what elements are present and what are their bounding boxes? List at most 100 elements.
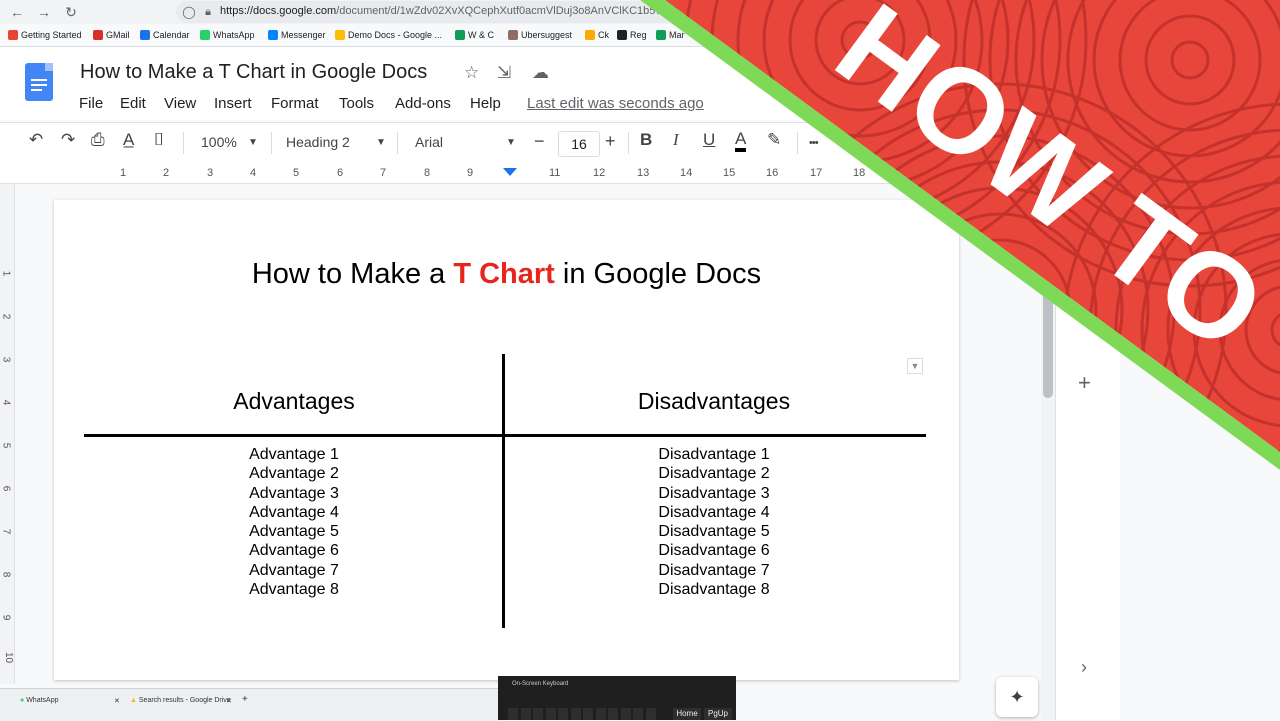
keyboard-key[interactable] (583, 708, 593, 720)
bookmark-item[interactable]: Mar (656, 30, 685, 40)
disadvantage-item[interactable]: Disadvantage 7 (504, 561, 924, 580)
menu-format[interactable]: Format (271, 95, 319, 112)
bookmark-item[interactable]: Getting Started (8, 30, 82, 40)
redo-icon[interactable]: ↷ (61, 130, 75, 150)
reload-icon[interactable]: ↻ (62, 3, 80, 21)
chevron-down-icon[interactable]: ▼ (248, 137, 258, 148)
close-icon[interactable]: ✕ (226, 697, 232, 705)
undo-icon[interactable]: ↶ (29, 130, 43, 150)
more-options-button[interactable]: ••• (809, 137, 819, 149)
disadvantage-item[interactable]: Disadvantage 3 (504, 484, 924, 503)
highlight-icon[interactable]: ✎ (767, 130, 781, 150)
disadvantage-item[interactable]: Disadvantage 8 (504, 580, 924, 599)
disadvantages-list[interactable]: Disadvantage 1 Disadvantage 2 Disadvantage… (504, 445, 924, 599)
bookmark-item[interactable]: Ubersuggest (508, 30, 572, 40)
bookmark-item[interactable]: Reg (617, 30, 647, 40)
bookmark-item[interactable]: Demo Docs - Google ... (335, 30, 442, 40)
font-select[interactable]: Arial (415, 134, 443, 150)
star-icon[interactable]: ☆ (464, 63, 479, 83)
menu-view[interactable]: View (164, 95, 196, 112)
disadvantage-item[interactable]: Disadvantage 1 (504, 445, 924, 464)
advantage-item[interactable]: Advantage 7 (84, 561, 504, 580)
menu-insert[interactable]: Insert (214, 95, 252, 112)
paint-format-icon[interactable]: ⌷ (154, 130, 164, 150)
menu-help[interactable]: Help (470, 95, 501, 112)
keyboard-key[interactable] (608, 708, 618, 720)
disadvantage-item[interactable]: Disadvantage 5 (504, 522, 924, 541)
docs-logo-icon[interactable] (25, 63, 53, 101)
cloud-saved-icon[interactable]: ☁ (532, 63, 549, 83)
keyboard-key[interactable] (595, 708, 606, 720)
style-select[interactable]: Heading 2 (286, 134, 350, 150)
shield-icon[interactable]: ◯ (180, 3, 198, 21)
bookmark-item[interactable]: WhatsApp (200, 30, 255, 40)
ruler-number: 2 (163, 167, 170, 179)
disadvantage-item[interactable]: Disadvantage 4 (504, 503, 924, 522)
keyboard-key[interactable] (508, 708, 518, 720)
disadvantage-item[interactable]: Disadvantage 6 (504, 541, 924, 560)
bookmark-label: Reg (630, 30, 647, 40)
underline-icon[interactable]: U (703, 130, 715, 150)
close-icon[interactable]: ✕ (114, 697, 120, 705)
home-key[interactable]: Home (673, 708, 701, 720)
advantages-list[interactable]: Advantage 1 Advantage 2 Advantage 3 Advanta… (84, 445, 504, 599)
bookmark-item[interactable]: Messenger (268, 30, 326, 40)
keyboard-key[interactable] (558, 708, 568, 720)
font-size-input[interactable]: 16 (558, 131, 600, 157)
advantage-item[interactable]: Advantage 4 (84, 503, 504, 522)
bookmark-item[interactable]: W & C (455, 30, 494, 40)
move-folder-icon[interactable]: ⇲ (497, 63, 511, 83)
advantages-header[interactable]: Advantages (84, 388, 504, 415)
taskbar-tab[interactable]: ▲ Search results - Google Drive (130, 697, 231, 704)
chevron-down-icon[interactable]: ▼ (506, 137, 516, 148)
disadvantages-header[interactable]: Disadvantages (504, 388, 924, 415)
back-arrow-icon[interactable]: ← (8, 3, 26, 21)
document-heading[interactable]: How to Make a T Chart in Google Docs (54, 258, 959, 291)
advantage-item[interactable]: Advantage 1 (84, 445, 504, 464)
decrease-font-size-button[interactable]: − (534, 131, 545, 152)
menu-edit[interactable]: Edit (120, 95, 146, 112)
taskbar-tab[interactable]: ● WhatsApp (20, 697, 58, 704)
advantage-item[interactable]: Advantage 8 (84, 580, 504, 599)
keyboard-key[interactable] (570, 708, 581, 720)
italic-icon[interactable]: I (673, 130, 679, 150)
scrollbar-track[interactable] (1041, 184, 1055, 720)
text-color-icon[interactable]: A (735, 130, 747, 152)
menu-tools[interactable]: Tools (339, 95, 374, 112)
zoom-select[interactable]: 100% (201, 134, 237, 150)
advantage-item[interactable]: Advantage 2 (84, 464, 504, 483)
new-tab-icon[interactable]: + (242, 694, 248, 705)
print-icon[interactable]: ⎙ (91, 130, 105, 150)
forward-arrow-icon[interactable]: → (35, 3, 53, 21)
advantage-item[interactable]: Advantage 6 (84, 541, 504, 560)
add-addon-icon[interactable]: + (1078, 370, 1091, 396)
bookmark-item[interactable]: GMail (93, 30, 130, 40)
chevron-right-icon[interactable]: › (1081, 657, 1087, 678)
last-edit-link[interactable]: Last edit was seconds ago (527, 95, 704, 112)
advantage-item[interactable]: Advantage 5 (84, 522, 504, 541)
keyboard-key[interactable] (533, 708, 543, 720)
disadvantage-item[interactable]: Disadvantage 2 (504, 464, 924, 483)
keyboard-key[interactable] (633, 708, 643, 720)
menu-add-ons[interactable]: Add-ons (395, 95, 451, 112)
keyboard-key[interactable] (620, 708, 631, 720)
keyboard-key[interactable] (520, 708, 531, 720)
bookmark-item[interactable]: Calendar (140, 30, 190, 40)
document-title[interactable]: How to Make a T Chart in Google Docs (80, 61, 427, 84)
keyboard-key[interactable] (545, 708, 556, 720)
spellcheck-icon[interactable]: A̲ (123, 130, 134, 150)
bookmark-icon (140, 30, 150, 40)
pgup-key[interactable]: PgUp (704, 708, 732, 720)
explore-icon[interactable]: ✦ (996, 677, 1038, 717)
increase-font-size-button[interactable]: + (605, 131, 616, 152)
advantage-item[interactable]: Advantage 3 (84, 484, 504, 503)
keyboard-key[interactable] (645, 708, 656, 720)
chevron-down-icon[interactable]: ▼ (376, 137, 386, 148)
menu-file[interactable]: File (79, 95, 103, 112)
lock-icon[interactable]: 🔒︎ (199, 3, 217, 21)
scrollbar-thumb[interactable] (1043, 290, 1053, 398)
bookmark-item[interactable]: Ck (585, 30, 609, 40)
url-text[interactable]: https://docs.google.com/document/d/1wZdv… (220, 5, 677, 17)
table-dropdown-icon[interactable]: ▼ (907, 358, 923, 374)
bold-icon[interactable]: B (640, 130, 652, 150)
